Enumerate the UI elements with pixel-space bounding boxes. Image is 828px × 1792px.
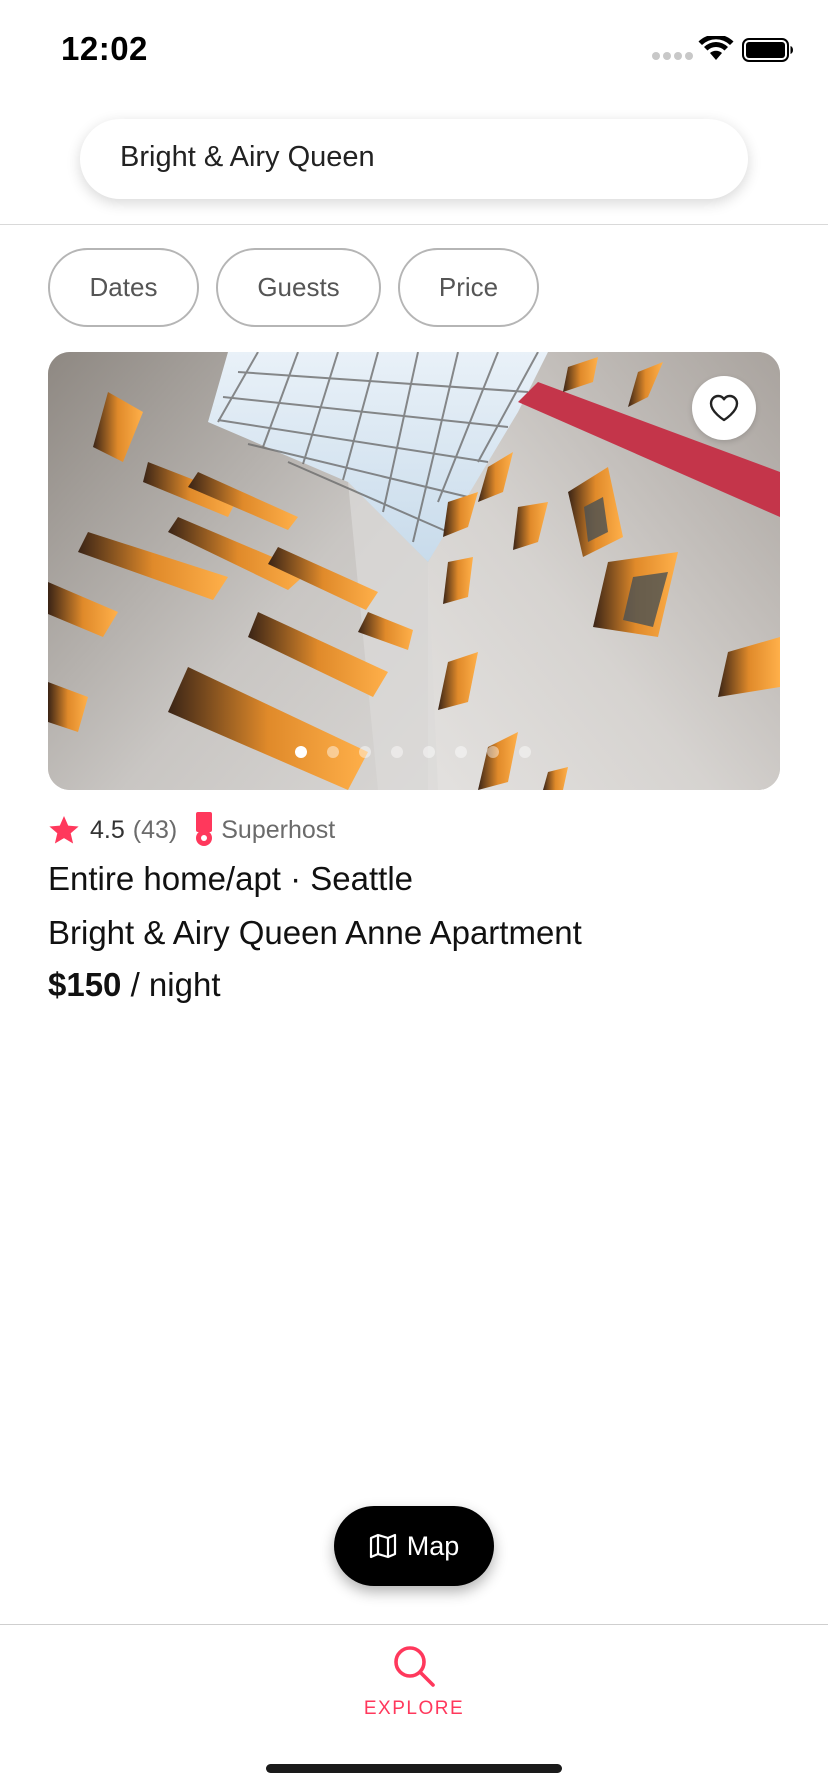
- tab-explore[interactable]: EXPLORE: [350, 1640, 478, 1730]
- status-time: 12:02: [61, 30, 148, 67]
- star-icon: [49, 816, 79, 844]
- header-divider: [0, 224, 828, 225]
- tab-bar-divider: [0, 1624, 828, 1625]
- filter-chip-price[interactable]: Price: [398, 248, 539, 327]
- home-indicator[interactable]: [266, 1764, 562, 1773]
- carousel-dot[interactable]: [519, 746, 531, 758]
- superhost-badge-icon: [196, 812, 213, 846]
- price-amount: $150: [48, 966, 122, 1003]
- carousel-dot[interactable]: [295, 746, 307, 758]
- listing-title[interactable]: Bright & Airy Queen Anne Apartment: [48, 914, 582, 952]
- search-input-value: Bright & Airy Queen: [120, 141, 375, 173]
- battery-icon: [742, 38, 793, 62]
- carousel-dot[interactable]: [327, 746, 339, 758]
- carousel-dot[interactable]: [455, 746, 467, 758]
- heart-outline-icon: [709, 394, 739, 422]
- carousel-dot[interactable]: [423, 746, 435, 758]
- filter-chip-guests[interactable]: Guests: [216, 248, 381, 327]
- listing-photo[interactable]: [48, 352, 780, 790]
- wifi-icon: [698, 36, 734, 60]
- superhost-label: Superhost: [221, 815, 336, 844]
- review-count: (43): [132, 815, 178, 844]
- price-unit: / night: [121, 966, 221, 1003]
- tab-explore-label: EXPLORE: [363, 1698, 465, 1719]
- rating-row: 4.5 (43) Superhost: [48, 810, 335, 850]
- map-button-label: Map: [406, 1530, 460, 1561]
- filter-chip-dates[interactable]: Dates: [48, 248, 199, 327]
- carousel-dot[interactable]: [391, 746, 403, 758]
- carousel-dot[interactable]: [487, 746, 499, 758]
- filter-chips: Dates Guests Price: [48, 248, 539, 327]
- search-input[interactable]: Bright & Airy Queen: [80, 119, 748, 199]
- carousel-indicator[interactable]: [295, 746, 531, 758]
- price-row: $150 / night: [48, 966, 221, 1004]
- cellular-signal-icon: [652, 52, 693, 60]
- rating-value: 4.5: [90, 815, 125, 844]
- atrium-photo: [48, 352, 780, 790]
- carousel-dot[interactable]: [359, 746, 371, 758]
- listing-type: Entire home/apt · Seattle: [48, 860, 414, 897]
- status-bar: 12:02: [0, 0, 828, 100]
- favorite-button[interactable]: [692, 376, 756, 440]
- map-icon: [369, 1533, 396, 1559]
- search-icon: [394, 1646, 435, 1687]
- map-button[interactable]: Map: [334, 1506, 494, 1586]
